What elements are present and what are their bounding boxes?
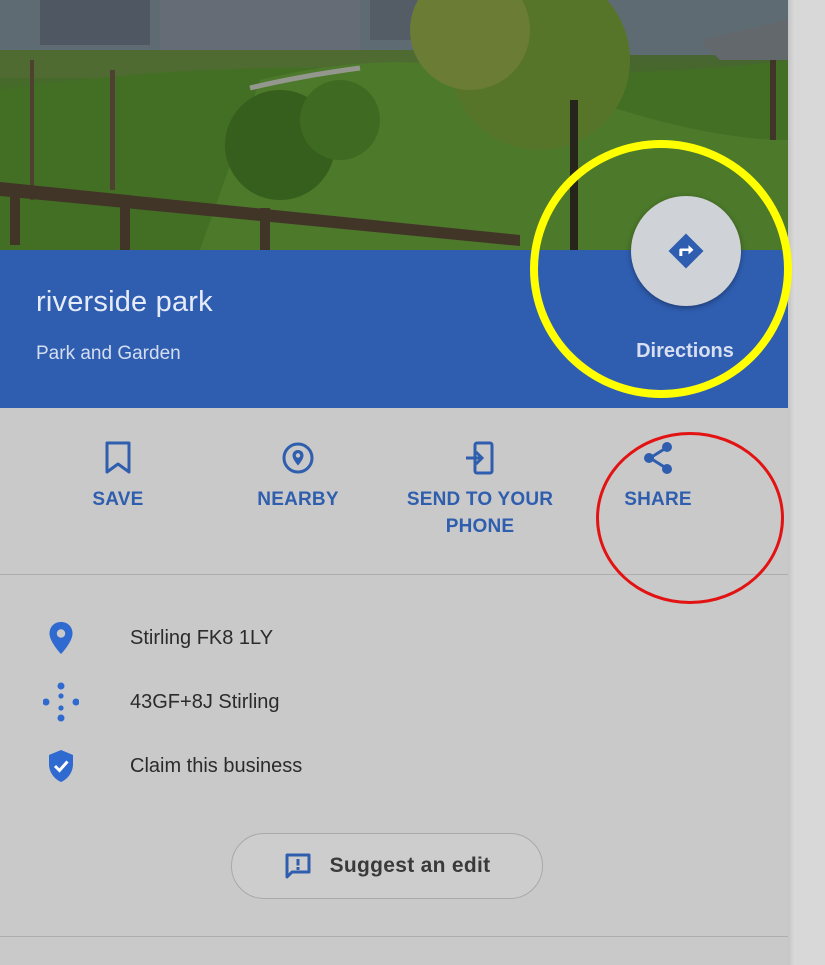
divider — [0, 936, 788, 937]
divider — [0, 574, 788, 575]
share-button[interactable]: SHARE — [598, 438, 718, 513]
address-text: Stirling FK8 1LY — [130, 626, 274, 649]
send-to-phone-button[interactable]: SEND TO YOUR PHONE — [388, 438, 572, 540]
plus-code-icon — [40, 682, 82, 722]
plus-code-text: 43GF+8J Stirling — [130, 690, 280, 713]
directions-icon — [668, 233, 704, 269]
save-label: SAVE — [92, 489, 144, 510]
send-to-phone-icon — [466, 441, 494, 475]
share-icon — [644, 442, 672, 474]
suggest-edit-button[interactable]: Suggest an edit — [231, 833, 543, 899]
location-pin-icon — [40, 618, 82, 658]
send-to-phone-label: SEND TO YOUR PHONE — [406, 489, 554, 537]
bookmark-icon — [105, 441, 131, 474]
place-category[interactable]: Park and Garden — [36, 343, 181, 365]
directions-button[interactable] — [631, 196, 741, 306]
claim-business-row[interactable]: Claim this business — [0, 746, 788, 786]
directions-label[interactable]: Directions — [614, 340, 756, 363]
nearby-button[interactable]: NEARBY — [238, 438, 358, 513]
feedback-icon — [285, 853, 311, 879]
share-label: SHARE — [624, 489, 692, 510]
nearby-label: NEARBY — [257, 489, 339, 510]
place-panel: riverside park Park and Garden Direction… — [0, 0, 788, 965]
address-row[interactable]: Stirling FK8 1LY — [0, 618, 788, 658]
panel-shadow — [788, 0, 794, 965]
place-title: riverside park — [36, 286, 213, 318]
verified-shield-icon — [40, 746, 82, 786]
suggest-edit-label: Suggest an edit — [329, 854, 491, 877]
action-row: SAVE NEARBY SEND TO YOUR PHONE SHARE — [0, 408, 788, 574]
save-button[interactable]: SAVE — [58, 438, 178, 513]
claim-business-text: Claim this business — [130, 754, 303, 777]
plus-code-row[interactable]: 43GF+8J Stirling — [0, 682, 788, 722]
map-area[interactable] — [788, 0, 825, 965]
nearby-icon — [282, 442, 314, 474]
